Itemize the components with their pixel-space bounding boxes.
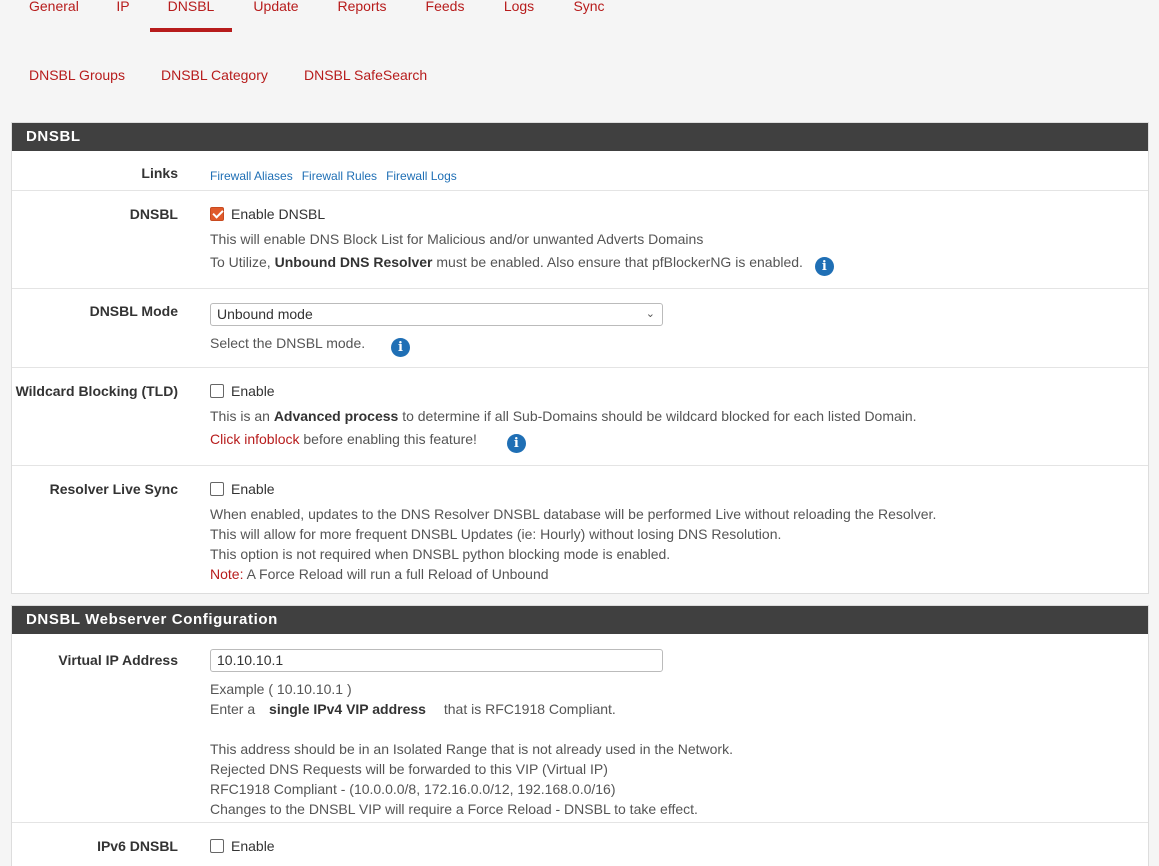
dnsbl-panel: DNSBL Links Firewall Aliases Firewall Rul… — [11, 122, 1149, 594]
links-label: Links — [141, 165, 178, 181]
wildcard-desc-1-post: to determine if all Sub-Domains should b… — [398, 408, 917, 424]
live-sync-enable-label: Enable — [231, 481, 275, 497]
ipv6-label: IPv6 DNSBL — [97, 838, 178, 854]
tab-sync[interactable]: Sync — [573, 0, 605, 32]
wildcard-info-icon[interactable]: i — [506, 434, 526, 453]
dnsbl-enable-row: DNSBL Enable DNSBL This will enable DNS … — [12, 191, 1148, 289]
webserver-panel-title: DNSBL Webserver Configuration — [12, 606, 1148, 634]
dnsbl-desc-2-pre: To Utilize, — [210, 254, 275, 270]
dnsbl-mode-row: DNSBL Mode Unbound mode ⌄ Select the DNS… — [12, 289, 1148, 368]
vip-label: Virtual IP Address — [58, 652, 178, 668]
subtab-dnsbl-groups[interactable]: DNSBL Groups — [29, 67, 125, 83]
vip-desc-4: Changes to the DNSBL VIP will require a … — [210, 801, 698, 817]
dnsbl-mode-label: DNSBL Mode — [89, 303, 178, 319]
dnsbl-mode-desc: Select the DNSBL mode. — [210, 335, 366, 351]
tab-ip[interactable]: IP — [113, 0, 133, 32]
wildcard-enable-label: Enable — [231, 383, 275, 399]
dnsbl-mode-value: Unbound mode — [217, 306, 313, 322]
firewall-logs-link[interactable]: Firewall Logs — [386, 169, 457, 183]
live-sync-desc-1: When enabled, updates to the DNS Resolve… — [210, 506, 937, 522]
sub-tab-bar: DNSBL Groups DNSBL Category DNSBL SafeSe… — [0, 60, 1159, 90]
enable-dnsbl-checkbox[interactable] — [210, 207, 224, 221]
live-sync-desc-2: This will allow for more frequent DNSBL … — [210, 526, 782, 542]
wildcard-desc-1-pre: This is an — [210, 408, 274, 424]
ipv6-enable-checkbox[interactable] — [210, 839, 224, 853]
firewall-aliases-link[interactable]: Firewall Aliases — [210, 169, 293, 183]
wildcard-label: Wildcard Blocking (TLD) — [15, 383, 178, 399]
dnsbl-label: DNSBL — [129, 206, 178, 222]
vip-row: Virtual IP Address 10.10.10.1 Example ( … — [12, 634, 1148, 823]
tab-general[interactable]: General — [29, 0, 79, 32]
subtab-dnsbl-safesearch[interactable]: DNSBL SafeSearch — [304, 67, 427, 83]
dnsbl-info-icon[interactable]: i — [814, 257, 834, 276]
links-row: Links Firewall Aliases Firewall Rules Fire… — [12, 151, 1148, 191]
tab-feeds[interactable]: Feeds — [425, 0, 465, 32]
chevron-down-icon: ⌄ — [645, 308, 655, 320]
top-tab-bar: General IP DNSBL Update Reports Feeds Lo… — [0, 0, 1159, 40]
ipv6-enable-label: Enable — [231, 838, 275, 854]
live-sync-label: Resolver Live Sync — [49, 481, 178, 497]
webserver-panel: DNSBL Webserver Configuration Virtual IP… — [11, 605, 1149, 866]
wildcard-row: Wildcard Blocking (TLD) Enable This is a… — [12, 368, 1148, 466]
dnsbl-desc-2-post: must be enabled. Also ensure that pfBloc… — [432, 254, 803, 270]
wildcard-enable-checkbox[interactable] — [210, 384, 224, 398]
vip-example: Example ( 10.10.10.1 ) — [210, 681, 352, 697]
vip-enter-pre: Enter a — [210, 701, 260, 717]
subtab-dnsbl-category[interactable]: DNSBL Category — [161, 67, 268, 83]
live-sync-note-text: A Force Reload will run a full Reload of… — [243, 566, 549, 582]
wildcard-desc-2-post: before enabling this feature! — [299, 431, 477, 447]
vip-enter-bold: single IPv4 VIP address — [269, 701, 426, 717]
dnsbl-desc-2-bold: Unbound DNS Resolver — [274, 254, 433, 270]
vip-desc-3: RFC1918 Compliant - (10.0.0.0/8, 172.16.… — [210, 781, 616, 797]
dnsbl-mode-info-icon[interactable]: i — [391, 338, 411, 357]
live-sync-row: Resolver Live Sync Enable When enabled, … — [12, 466, 1148, 594]
tab-dnsbl[interactable]: DNSBL — [150, 0, 232, 32]
wildcard-desc-1-bold: Advanced process — [273, 408, 399, 424]
firewall-rules-link[interactable]: Firewall Rules — [302, 169, 377, 183]
dnsbl-panel-title: DNSBL — [12, 123, 1148, 151]
click-infoblock-link[interactable]: Click infoblock — [210, 431, 299, 447]
dnsbl-desc-1: This will enable DNS Block List for Mali… — [210, 231, 704, 247]
ipv6-row: IPv6 DNSBL Enable — [12, 823, 1148, 866]
live-sync-enable-checkbox[interactable] — [210, 482, 224, 496]
tab-update[interactable]: Update — [253, 0, 299, 32]
enable-dnsbl-label: Enable DNSBL — [231, 206, 326, 222]
dnsbl-mode-select[interactable]: Unbound mode ⌄ — [210, 303, 663, 326]
vip-desc-2: Rejected DNS Requests will be forwarded … — [210, 761, 608, 777]
tab-reports[interactable]: Reports — [337, 0, 387, 32]
tab-logs[interactable]: Logs — [503, 0, 535, 32]
vip-input[interactable]: 10.10.10.1 — [210, 649, 663, 672]
vip-enter-post: that is RFC1918 Compliant. — [443, 701, 616, 717]
live-sync-desc-3: This option is not required when DNSBL p… — [210, 546, 671, 562]
vip-desc-1: This address should be in an Isolated Ra… — [210, 741, 733, 757]
live-sync-note-label: Note: — [210, 566, 244, 582]
